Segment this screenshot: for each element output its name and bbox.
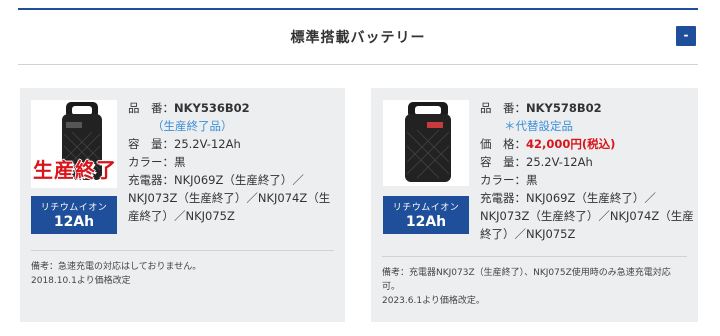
spec-label: 品 番： (480, 101, 526, 115)
spec-model: 品 番： NKY536B02 (128, 99, 340, 117)
remark-line: 備考：充電器NKJ073Z（生産終了）、NKJ075Z使用時のみ急速充電対応可。 (382, 268, 671, 292)
spec-color: カラー：黒 (128, 153, 340, 171)
battery-type-badge: リチウムイオン 12Ah (383, 196, 469, 234)
product-card: リチウムイオン 12Ah 品 番： NKY578B02 ＊代替設定品 価 格： 42… (371, 88, 698, 322)
spec-list: 品 番： NKY578B02 ＊代替設定品 価 格： 42,000円(税込) 容 量… (480, 99, 694, 243)
divider (382, 256, 687, 257)
badge-type: リチウムイオン (40, 203, 108, 213)
spec-label: カラー： (128, 155, 174, 169)
spec-list: 品 番： NKY536B02 （生産終了品） 容 量： 25.2V-12Ah カラー… (128, 99, 340, 225)
spec-color: カラー：黒 (480, 171, 694, 189)
remarks: 備考：急速充電の対応はしておりません。 2018.10.1より価格改定 (31, 260, 336, 288)
model-status-note: （生産終了品） (152, 119, 233, 133)
product-image: 生産終了 (31, 100, 117, 188)
battery-image-icon (383, 100, 469, 186)
color-value: 黒 (174, 155, 186, 169)
badge-capacity: 12Ah (53, 214, 95, 230)
spec-label: 充電器： (480, 191, 526, 205)
spec-charger: 充電器：NKJ069Z（生産終了）／NKJ073Z（生産終了）／NKJ074Z（… (128, 171, 340, 225)
model-status-note: ＊代替設定品 (504, 119, 573, 133)
capacity-value: 25.2V-12Ah (174, 137, 241, 151)
remark-line: 2023.6.1より価格改定。 (382, 296, 485, 306)
spec-label: カラー： (480, 173, 526, 187)
capacity-value: 25.2V-12Ah (526, 155, 593, 169)
spec-model: 品 番： NKY578B02 (480, 99, 694, 117)
spec-label: 充電器： (128, 173, 174, 187)
spec-capacity: 容 量： 25.2V-12Ah (480, 153, 694, 171)
spec-label: 容 量： (128, 137, 174, 151)
remark-line: 備考：急速充電の対応はしておりません。 (31, 262, 202, 272)
product-card: 生産終了 リチウムイオン 12Ah 品 番： NKY536B02 （生産終了品） … (20, 88, 345, 322)
spec-label: 容 量： (480, 155, 526, 169)
collapse-button[interactable]: - (676, 26, 696, 46)
badge-type: リチウムイオン (392, 203, 460, 213)
model-number: NKY536B02 (174, 101, 250, 115)
section-header: 標準搭載バッテリー - (18, 8, 698, 65)
spec-label: 価 格： (480, 137, 526, 151)
spec-charger: 充電器：NKJ069Z（生産終了）／NKJ073Z（生産終了）／NKJ074Z（… (480, 189, 694, 243)
spec-capacity: 容 量： 25.2V-12Ah (128, 135, 340, 153)
battery-type-badge: リチウムイオン 12Ah (31, 196, 117, 234)
price-value: 42,000円(税込) (526, 137, 616, 151)
divider (31, 250, 334, 251)
spec-price: 価 格： 42,000円(税込) (480, 135, 694, 153)
model-number: NKY578B02 (526, 101, 602, 115)
section-title: 標準搭載バッテリー (290, 30, 426, 46)
discontinued-overlay: 生産終了 (33, 158, 117, 182)
remarks: 備考：充電器NKJ073Z（生産終了）、NKJ075Z使用時のみ急速充電対応可。… (382, 266, 687, 308)
product-image (383, 100, 469, 186)
badge-capacity: 12Ah (405, 214, 447, 230)
color-value: 黒 (526, 173, 538, 187)
remark-line: 2018.10.1より価格改定 (31, 276, 131, 286)
spec-label: 品 番： (128, 101, 174, 115)
